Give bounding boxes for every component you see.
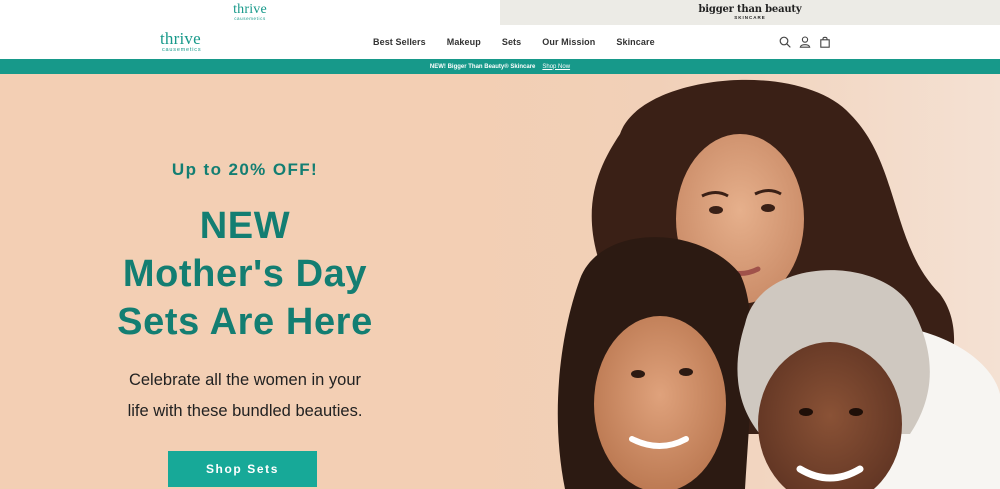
search-icon[interactable] [778, 35, 791, 48]
hero-photo [470, 74, 1000, 489]
nav-our-mission[interactable]: Our Mission [542, 37, 595, 47]
hero-headline: NEW Mother's Day Sets Are Here [90, 202, 400, 346]
headline-line-1: NEW [199, 205, 291, 247]
site-header: thrive causemetics Best Sellers Makeup S… [0, 25, 1000, 59]
subcopy-line-1: Celebrate all the women in your [128, 371, 362, 389]
nav-best-sellers[interactable]: Best Sellers [373, 37, 426, 47]
promo-text: NEW! Bigger Than Beauty® Skincare [429, 63, 536, 70]
hero-subcopy: Celebrate all the women in your life wit… [95, 365, 395, 427]
hero-kicker: Up to 20% OFF! [171, 160, 319, 179]
hero-banner: Up to 20% OFF! NEW Mother's Day Sets Are… [0, 74, 1000, 489]
promo-shop-now-link[interactable]: Shop Now [542, 64, 570, 70]
nav-skincare[interactable]: Skincare [616, 37, 654, 47]
brand-switcher: thrive causemetics bigger than beauty SK… [0, 0, 1000, 25]
nav-makeup[interactable]: Makeup [447, 37, 481, 47]
brand-tab-thrive[interactable]: thrive causemetics [0, 0, 500, 25]
btb-logo-sub: SKINCARE [734, 15, 766, 20]
headline-line-3: Sets Are Here [117, 301, 373, 343]
subcopy-line-2: life with these bundled beauties. [127, 402, 363, 420]
btb-logo: bigger than beauty [698, 4, 802, 15]
headline-line-2: Mother's Day [122, 253, 368, 295]
main-nav: Best Sellers Makeup Sets Our Mission Ski… [373, 37, 676, 47]
nav-sets[interactable]: Sets [502, 37, 521, 47]
header-icons [778, 35, 831, 48]
account-icon[interactable] [798, 35, 811, 48]
site-logo[interactable]: thrive causemetics [160, 29, 202, 54]
brand-tab-bigger-than-beauty[interactable]: bigger than beauty SKINCARE [500, 0, 1000, 25]
thrive-mini-logo-sub: causemetics [234, 15, 266, 21]
promo-bar: NEW! Bigger Than Beauty® Skincare Shop N… [0, 59, 1000, 74]
shop-sets-button[interactable]: Shop Sets [168, 451, 317, 487]
thrive-mini-logo: thrive [233, 1, 267, 17]
logo-wordmark: thrive [160, 29, 201, 48]
logo-tagline: causemetics [162, 47, 202, 53]
bag-icon[interactable] [818, 35, 831, 48]
